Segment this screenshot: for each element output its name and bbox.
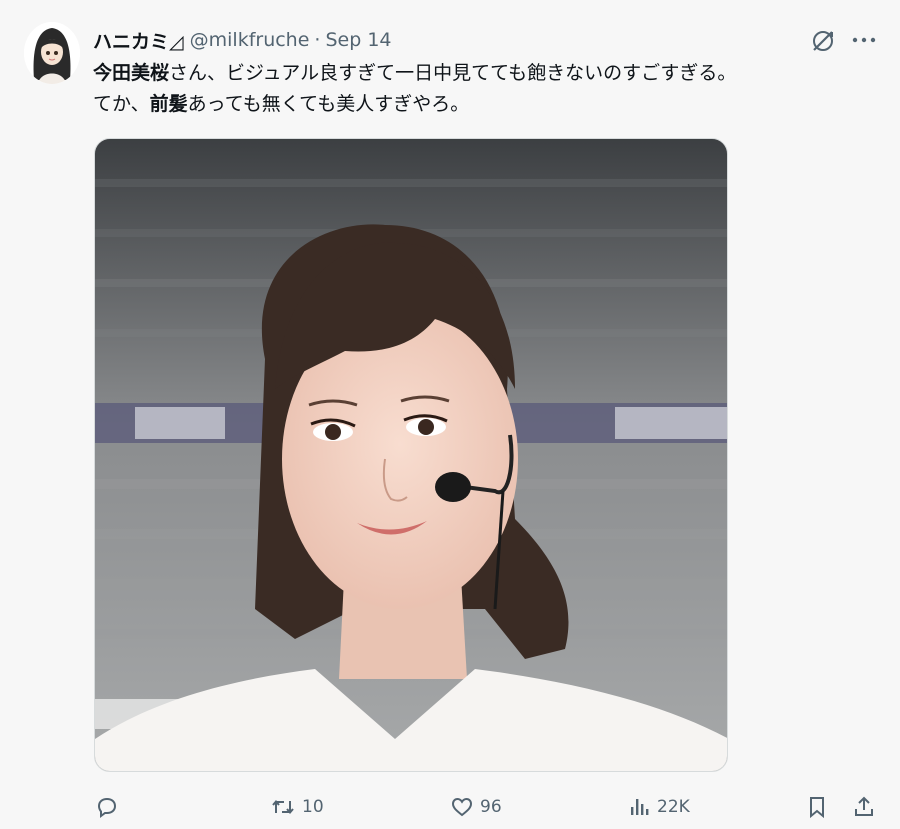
like-icon [450,795,474,819]
display-name[interactable]: ハニカミ◿ [93,27,184,54]
handle[interactable]: @milkfruche [190,29,310,51]
tweet-header: ハニカミ◿ @milkfruche · Sep 14 [93,26,392,54]
timestamp[interactable]: Sep 14 [325,29,391,51]
views-icon [627,795,651,819]
tweet-line-2-pre: てか、 [93,93,150,115]
avatar[interactable] [24,22,80,84]
action-bar: 10 96 22K [0,786,900,828]
share-icon [852,795,876,819]
tweet-line-2: てか、前髪あっても無くても美人すぎやろ。 [93,89,883,120]
retweet-icon [270,795,296,819]
tweet-bold-bangs: 前髪 [149,93,188,115]
retweet-count: 10 [302,797,324,817]
views-count: 22K [657,797,690,817]
bookmark-button[interactable] [805,786,829,828]
tweet-line-1: 今田美桜さん、ビジュアル良すぎて一日中見てても飽きないのすごすぎる。 [93,58,883,89]
tweet-line-1-rest: さん、ビジュアル良すぎて一日中見てても飽きないのすごすぎる。 [169,62,737,84]
like-count: 96 [480,797,502,817]
reply-icon [95,795,119,819]
more-icon[interactable] [850,26,878,54]
like-button[interactable]: 96 [450,786,502,828]
tweet-text: 今田美桜さん、ビジュアル良すぎて一日中見てても飽きないのすごすぎる。 てか、前髪… [93,58,883,120]
tweet-photo[interactable] [94,138,728,772]
bookmark-icon [805,795,829,819]
tweet-line-2-rest: あっても無くても美人すぎやろ。 [187,93,470,115]
share-button[interactable] [852,786,876,828]
grok-icon[interactable] [810,28,836,54]
views-button[interactable]: 22K [627,786,690,828]
reply-button[interactable] [95,786,119,828]
tweet-bold-name: 今田美桜 [93,62,170,84]
separator: · [314,29,321,51]
retweet-button[interactable]: 10 [270,786,324,828]
tweet-card[interactable]: ハニカミ◿ @milkfruche · Sep 14 今田美桜さん、ビジュアル良… [0,0,900,829]
